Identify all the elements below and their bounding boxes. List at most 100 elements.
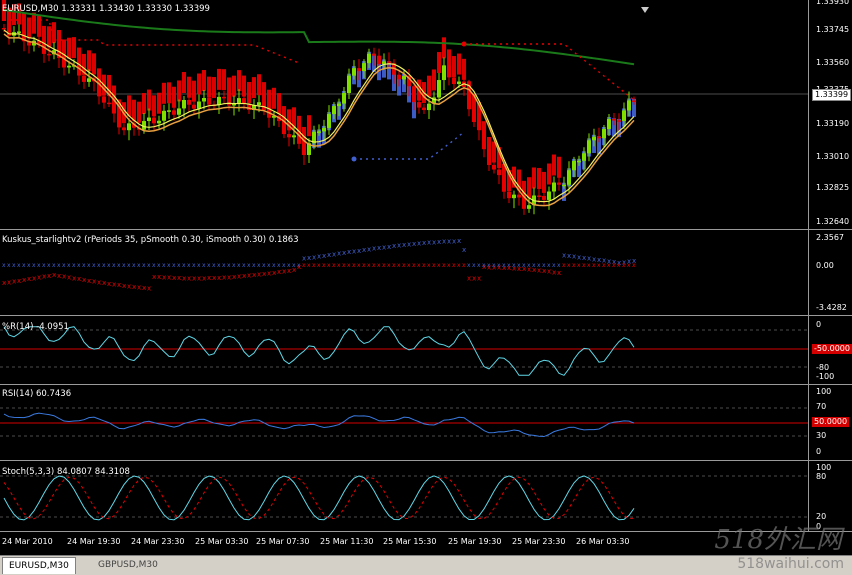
rsi-tick-70: 70 [816, 402, 827, 411]
candle-body [352, 68, 356, 76]
kuskus-zero-mark: x [442, 262, 446, 269]
kuskus-zero-mark: x [362, 262, 366, 269]
kuskus-zero-mark: x [207, 262, 211, 269]
wpr-tick-0: 0 [816, 320, 822, 329]
kuskus-zero-mark: x [237, 262, 241, 269]
rsi-pane[interactable]: RSI(14) 60.7436 100 70 50.0000 30 0 [0, 385, 852, 461]
kuskus-mark: x [307, 254, 311, 262]
candle-body [492, 164, 496, 170]
kuskus-zero-mark: x [152, 262, 156, 269]
candle-body [632, 100, 636, 102]
rsi-chart[interactable] [0, 385, 808, 460]
candle-body [207, 98, 211, 105]
kuskus-mark: x [32, 274, 36, 282]
williams-r-chart[interactable] [0, 316, 808, 384]
candle-body [167, 110, 171, 112]
kuskus-mark: x [477, 274, 481, 282]
kuskus-zero-mark: x [57, 262, 61, 269]
kuskus-zero-mark: x [522, 262, 526, 269]
wpr-tick-50: -50.0000 [812, 344, 852, 354]
candle-body [592, 136, 596, 141]
candle-body [427, 103, 431, 111]
kuskus-mark: x [397, 242, 401, 250]
envelope-bar [537, 167, 541, 189]
candle-body [582, 153, 586, 161]
kuskus-zero-mark: x [547, 262, 551, 269]
price-pane[interactable]: EURUSD,M30 1.33331 1.33430 1.33330 1.333… [0, 0, 852, 230]
rsi-title: RSI(14) 60.7436 [2, 389, 72, 399]
kuskus-mark: x [212, 274, 216, 282]
envelope-bar [147, 89, 151, 111]
candle-body [117, 113, 121, 128]
wpr-tick-80: -80 [816, 363, 830, 372]
price-tick: 1.32825 [816, 183, 850, 192]
shift-marker-icon[interactable] [640, 0, 649, 13]
kuskus-mark: x [442, 238, 446, 246]
envelope-bar [242, 75, 246, 97]
kuskus-zero-mark: x [267, 262, 271, 269]
candle-body [162, 110, 166, 121]
candle-body [7, 28, 11, 36]
kuskus-zero-mark: x [252, 262, 256, 269]
kuskus-zero-mark: x [552, 262, 556, 269]
kuskus-zero-mark: x [192, 262, 196, 269]
kuskus-pane[interactable]: xxxxxxxxxxxxxxxxxxxxxxxxxxxxxxxxxxxxxxxx… [0, 230, 852, 316]
kuskus-mark: x [402, 241, 406, 249]
envelope-bar [437, 52, 441, 74]
candle-body [157, 120, 161, 124]
candle-body [327, 114, 331, 128]
kuskus-mark: x [417, 240, 421, 248]
kuskus-zero-mark: x [157, 262, 161, 269]
kuskus-mark: x [132, 283, 136, 291]
tab-eurusd[interactable]: EURUSD,M30 [2, 557, 76, 574]
kuskus-mark: x [27, 275, 31, 283]
envelope-bar [542, 171, 546, 193]
candle-body [502, 175, 506, 192]
rsi-tick-50: 50.0000 [812, 417, 850, 427]
candle-body [357, 68, 361, 72]
tab-gbpusd[interactable]: GBPUSD,M30 [92, 557, 164, 573]
price-tick: 1.33190 [816, 119, 850, 128]
kuskus-mark: x [242, 272, 246, 280]
kuskus-zero-mark: x [462, 262, 466, 269]
kuskus-mark: x [107, 280, 111, 288]
envelope-bar [32, 12, 36, 34]
envelope-bar [137, 101, 141, 123]
kuskus-mark: x [317, 253, 321, 261]
candle-body [377, 55, 381, 64]
time-label: 25 Mar 11:30 [320, 537, 374, 546]
candle-body [182, 100, 186, 109]
kuskus-zero-mark: x [202, 262, 206, 269]
kuskus-mark: x [57, 272, 61, 280]
candle-body [402, 76, 406, 80]
candle-body [127, 123, 131, 131]
kuskus-zero-mark: x [2, 262, 6, 269]
candle-body [557, 182, 561, 185]
candle-body [342, 92, 346, 104]
kuskus-zero-mark: x [47, 262, 51, 269]
candle-body [412, 86, 416, 103]
kuskus-mark: x [352, 247, 356, 255]
kuskus-zero-mark: x [602, 262, 606, 269]
kuskus-zero-mark: x [287, 262, 291, 269]
kuskus-zero-mark: x [117, 262, 121, 269]
kuskus-mark: x [272, 269, 276, 277]
kuskus-mark: x [2, 279, 6, 287]
envelope-bar [547, 163, 551, 185]
kuskus-zero-mark: x [432, 262, 436, 269]
kuskus-mark: x [377, 244, 381, 252]
candle-body [422, 107, 426, 111]
kuskus-zero-mark: x [147, 262, 151, 269]
kuskus-zero-mark: x [352, 262, 356, 269]
kuskus-zero-mark: x [467, 262, 471, 269]
williams-r-pane[interactable]: %R(14) -4.0951 0 -50.0000 -80 -100 [0, 316, 852, 385]
kuskus-mark: x [147, 284, 151, 292]
candle-body [362, 63, 366, 72]
kuskus-zero-mark: x [332, 262, 336, 269]
kuskus-mark: x [472, 274, 476, 282]
kuskus-zero-mark: x [382, 262, 386, 269]
price-chart[interactable] [0, 0, 808, 229]
candle-body [122, 127, 126, 131]
kuskus-zero-mark: x [257, 262, 261, 269]
kuskus-zero-mark: x [297, 262, 301, 269]
